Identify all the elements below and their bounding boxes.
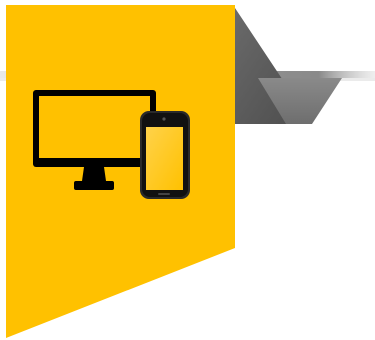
ribbon-graphic [0,0,375,340]
yellow-banner [6,5,235,338]
ribbon-canvas [0,5,375,338]
smartphone-icon [140,111,190,199]
